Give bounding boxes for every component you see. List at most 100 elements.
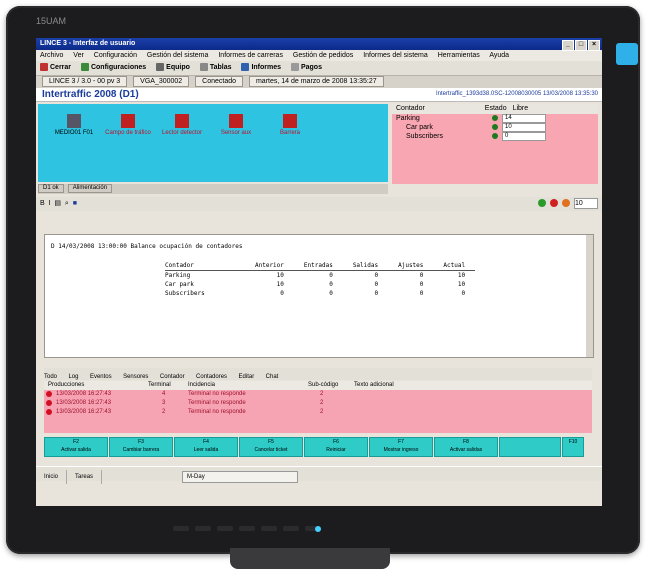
fkey-button[interactable]: F10 xyxy=(562,437,584,457)
monitor-button[interactable] xyxy=(239,526,255,531)
menu-item[interactable]: Gestión del sistema xyxy=(147,52,208,59)
toolbar-pagos[interactable]: Pagos xyxy=(290,63,322,72)
toolbar-close[interactable]: Cerrar xyxy=(40,63,71,72)
monitor-button[interactable] xyxy=(283,526,299,531)
fkey-button[interactable]: F6 Reiniciar xyxy=(304,437,368,457)
menu-item[interactable]: Informes del sistema xyxy=(363,52,428,59)
status-fields: LINCE 3 / 3.0 - 00 pv 3 VGA_300002 Conec… xyxy=(36,76,602,88)
terminal-icon xyxy=(67,114,81,128)
project-header: Intertraffic 2008 (D1) Intertraffic_1393… xyxy=(36,88,602,102)
toolbar-informes[interactable]: Informes xyxy=(241,63,281,72)
power-led xyxy=(315,526,321,532)
toolbar-config[interactable]: Configuraciones xyxy=(80,63,146,72)
task-active[interactable]: M-Day xyxy=(182,471,299,483)
tab-sensores[interactable]: Sensores xyxy=(123,374,148,380)
menu-item[interactable]: Archivo xyxy=(40,52,63,59)
table-header-row: Contador Anterior Entradas Salidas Ajustes Ac… xyxy=(165,261,476,271)
device-label: Lector detector xyxy=(161,130,203,136)
alarm-row[interactable]: 13/03/2008 16:27:43 3 Terminal no responde… xyxy=(44,399,592,408)
menu-item[interactable]: Informes de carreras xyxy=(218,52,283,59)
tab-editar[interactable]: Editar xyxy=(239,374,255,380)
tab-contadores[interactable]: Contadores xyxy=(196,374,227,380)
device-item[interactable]: Lector detector xyxy=(154,114,210,136)
menu-item[interactable]: Configuración xyxy=(94,52,137,59)
fkey-button[interactable]: F8 Activar salidas xyxy=(434,437,498,457)
status-dot xyxy=(492,124,498,130)
log-panel: D 14/03/2008 13:00:00 Balance ocupación … xyxy=(44,234,594,358)
barrier-icon xyxy=(283,114,297,128)
device-label: Sensor aux xyxy=(220,130,252,136)
alarm-row[interactable]: 13/03/2008 16:27:43 4 Terminal no responde… xyxy=(44,390,592,399)
table-icon xyxy=(199,63,208,72)
user-icon[interactable]: ■ xyxy=(73,200,77,207)
print-icon[interactable]: ▤ xyxy=(54,200,61,207)
tab-contador[interactable]: Contador xyxy=(160,374,185,380)
spin-input[interactable]: 10 xyxy=(574,197,598,209)
counter-row[interactable]: Car park 10 xyxy=(392,123,598,132)
fkey-button[interactable]: F2 Activar salida xyxy=(44,437,108,457)
taskbar: Inicio Tareas M-Day xyxy=(36,466,602,484)
counters-header: Contador Estado Libre xyxy=(392,104,598,114)
status-dot xyxy=(492,133,498,139)
menu-item[interactable]: Ayuda xyxy=(489,52,509,59)
tab-log[interactable]: Log xyxy=(68,374,78,380)
secondary-toolbar: B I ▤ ⌕ ■ 10 xyxy=(36,197,602,211)
alarm-dot-icon xyxy=(46,409,52,415)
table-row: Parking 10 0 0 0 10 xyxy=(165,272,466,279)
device-label: Barrera xyxy=(279,130,300,136)
window-titlebar: LINCE 3 - Interfaz de usuario _ □ × xyxy=(36,38,602,51)
device-item[interactable]: Barrera xyxy=(262,114,318,136)
monitor-button[interactable] xyxy=(173,526,189,531)
alarm-row[interactable]: 13/03/2008 16:27:43 2 Terminal no responde… xyxy=(44,408,592,417)
counter-row[interactable]: Subscribers 0 xyxy=(392,132,598,141)
log-scrollbar[interactable] xyxy=(586,235,593,357)
monitor-button[interactable] xyxy=(217,526,233,531)
monitor-button[interactable] xyxy=(195,526,211,531)
fkey-button[interactable]: F4 Leer salida xyxy=(174,437,238,457)
close-button[interactable]: × xyxy=(588,40,600,51)
fkey-button[interactable]: F3 Cambiar barrera xyxy=(109,437,173,457)
project-id: Intertraffic_1393d38.0SC-12008030005 13/… xyxy=(435,91,598,97)
menubar: Archivo Ver Configuración Gestión del si… xyxy=(36,50,602,61)
fkey-button[interactable] xyxy=(499,437,561,457)
italic-icon[interactable]: I xyxy=(49,200,51,207)
payment-icon xyxy=(290,63,299,72)
device-item[interactable]: Sensor aux xyxy=(208,114,264,136)
alarm-header: Producciones Terminal Incidencia Sub-cód… xyxy=(44,381,592,390)
counter-row[interactable]: Parking 14 xyxy=(392,114,598,123)
log-line: D 14/03/2008 13:00:00 Balance ocupación … xyxy=(51,243,243,250)
menu-item[interactable]: Herramientas xyxy=(438,52,480,59)
tab-todo[interactable]: Todo xyxy=(44,374,57,380)
fkey-button[interactable]: F7 Mostrar ingreso xyxy=(369,437,433,457)
top-area: MEDIO01 F01 Campo de tráfico Lector dete… xyxy=(36,102,602,194)
toolbar-equipo[interactable]: Equipo xyxy=(156,63,190,72)
tab-eventos[interactable]: Eventos xyxy=(90,374,112,380)
close-icon xyxy=(40,63,48,72)
gear-icon xyxy=(80,63,89,72)
search-icon[interactable]: ⌕ xyxy=(65,200,69,207)
task-tareas[interactable]: Tareas xyxy=(67,470,103,484)
toolbar-tablas[interactable]: Tablas xyxy=(199,63,231,72)
table-row: Subscribers 0 0 0 0 0 xyxy=(165,290,466,297)
menu-item[interactable]: Ver xyxy=(73,52,84,59)
minimize-button[interactable]: _ xyxy=(562,40,574,51)
bold-icon[interactable]: B xyxy=(40,200,45,207)
red-circle-icon[interactable] xyxy=(550,199,559,208)
menu-item[interactable]: Gestión de pedidos xyxy=(293,52,353,59)
table-row: Car park 10 0 0 0 10 xyxy=(165,281,466,288)
tab-chat[interactable]: Chat xyxy=(266,374,279,380)
maximize-button[interactable]: □ xyxy=(575,40,587,51)
orange-circle-icon[interactable] xyxy=(562,199,571,208)
alarm-panel: Producciones Terminal Incidencia Sub-cód… xyxy=(44,381,592,433)
balance-table: Contador Anterior Entradas Salidas Ajustes Ac… xyxy=(165,261,476,298)
fkey-button[interactable]: F5 Cancelar ticket xyxy=(239,437,303,457)
task-start[interactable]: Inicio xyxy=(36,470,68,484)
controls-right: 10 xyxy=(538,197,598,211)
monitor-button[interactable] xyxy=(261,526,277,531)
report-icon xyxy=(241,63,250,72)
green-circle-icon[interactable] xyxy=(538,199,547,208)
device-label: Campo de tráfico xyxy=(105,130,151,136)
device-icon xyxy=(156,63,165,72)
device-item[interactable]: MEDIO01 F01 xyxy=(46,114,102,136)
device-item[interactable]: Campo de tráfico xyxy=(100,114,156,136)
